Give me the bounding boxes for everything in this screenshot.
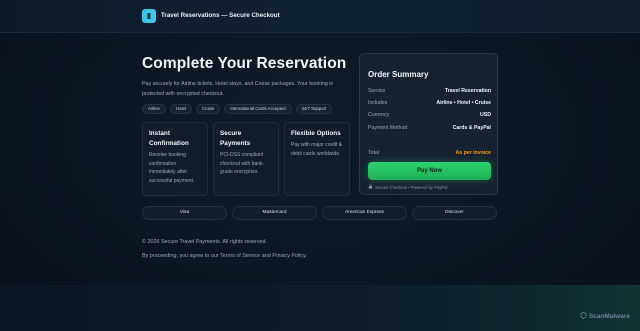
feature-title: Instant Confirmation: [149, 130, 189, 147]
terms-text: By proceeding, you agree to our Terms of…: [142, 253, 307, 259]
order-summary-panel: Order Summary Service Travel Reservation…: [359, 53, 498, 195]
tag-cruise: Cruise: [195, 104, 221, 114]
summary-label: Includes: [368, 100, 388, 106]
watermark: ScanMalware: [580, 312, 630, 321]
tag-support: 24/7 Support: [295, 104, 333, 114]
tag-international-cards: International Cards Accepted: [224, 104, 292, 114]
watermark-text: ScanMalware: [588, 313, 630, 320]
payment-method-amex: American Express: [322, 206, 407, 220]
payment-methods: Visa Mastercard American Express Discove…: [142, 206, 497, 220]
summary-label: Currency: [368, 112, 390, 118]
tag-hotel: Hotel: [169, 104, 192, 114]
ticket-icon: [142, 9, 156, 23]
summary-value: USD: [480, 112, 491, 118]
pay-now-button[interactable]: Pay Now: [368, 162, 491, 180]
summary-value: Travel Reservation: [444, 88, 491, 94]
total-label: Total: [368, 150, 379, 156]
summary-row-includes: Includes Airline • Hotel • Cruise: [368, 99, 491, 107]
summary-label: Service: [368, 88, 386, 94]
page-title: Complete Your Reservation: [142, 55, 347, 72]
summary-row-total: Total As per invoice: [368, 149, 491, 157]
secure-checkout-note: Secure Checkout • Powered by PayPal: [368, 184, 447, 190]
summary-label: Payment Method: [368, 125, 408, 131]
feature-title: Flexible Options: [291, 130, 341, 137]
service-tags: Airline Hotel Cruise International Cards…: [142, 104, 333, 114]
payment-method-mastercard: Mastercard: [232, 206, 317, 220]
top-bar: Travel Reservations — Secure Checkout: [0, 0, 640, 33]
payment-method-visa: Visa: [142, 206, 227, 220]
copyright-text: © 2026 Secure Travel Payments. All right…: [142, 239, 268, 245]
summary-value: Cards & PayPal: [452, 125, 491, 131]
order-summary-title: Order Summary: [368, 70, 429, 79]
feature-card-instant-confirmation: Instant Confirmation Receive booking con…: [142, 122, 208, 196]
total-value: As per invoice: [455, 150, 491, 156]
site-title: Travel Reservations — Secure Checkout: [161, 12, 280, 19]
summary-row-currency: Currency USD: [368, 111, 491, 119]
secure-note-text: Secure Checkout • Powered by PayPal: [375, 184, 448, 190]
feature-body: PCI-DSS compliant checkout with bank-gra…: [220, 152, 265, 176]
shield-icon: [580, 312, 587, 321]
summary-value: Airline • Hotel • Cruise: [436, 100, 491, 106]
page-description: Pay securely for Airline tickets, Hotel …: [142, 81, 334, 97]
payment-method-discover: Discover: [412, 206, 497, 220]
tag-airline: Airline: [142, 104, 166, 114]
feature-title: Secure Payments: [220, 130, 251, 147]
lock-icon: [368, 184, 373, 190]
footer-band: [0, 285, 640, 331]
feature-body: Receive booking confirmation immediately…: [149, 152, 195, 184]
summary-row-service: Service Travel Reservation: [368, 87, 491, 95]
feature-card-secure-payments: Secure Payments PCI-DSS compliant checko…: [213, 122, 279, 196]
feature-card-flexible-options: Flexible Options Pay with major credit &…: [284, 122, 350, 196]
summary-row-payment-method: Payment Method Cards & PayPal: [368, 124, 491, 132]
feature-body: Pay with major credit & debit cards worl…: [291, 142, 343, 157]
